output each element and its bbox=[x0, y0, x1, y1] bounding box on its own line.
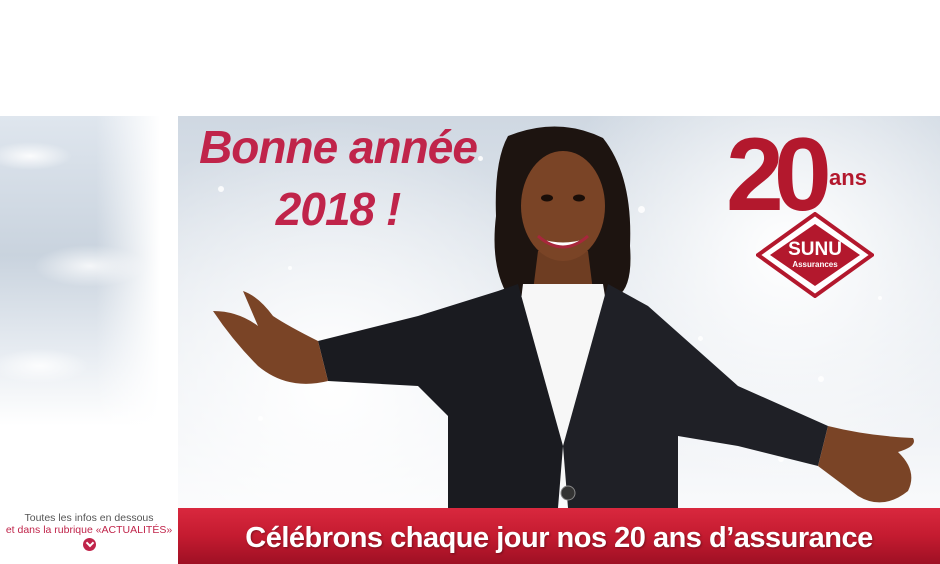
info-note: Toutes les infos en dessous et dans la r… bbox=[0, 512, 178, 551]
sunu-20-ans-logo[interactable]: 20 ans SUNU Assurances bbox=[708, 120, 918, 310]
slogan-text: Célébrons chaque jour nos 20 ans d’assur… bbox=[245, 522, 873, 554]
hero-banner[interactable]: Bonne année 2018 ! 20 ans SUNU Assurance… bbox=[178, 116, 940, 564]
left-snow-strip bbox=[0, 116, 160, 426]
chevron-down-icon[interactable] bbox=[82, 538, 96, 551]
logo-brand: SUNU bbox=[788, 239, 842, 260]
info-line2[interactable]: et dans la rubrique «ACTUALITÉS» bbox=[0, 524, 178, 536]
info-line1: Toutes les infos en dessous bbox=[24, 512, 154, 524]
logo-tagline: Assurances bbox=[792, 260, 838, 269]
slogan-ribbon: Célébrons chaque jour nos 20 ans d’assur… bbox=[178, 508, 940, 564]
logo-ans: ans bbox=[829, 165, 867, 190]
